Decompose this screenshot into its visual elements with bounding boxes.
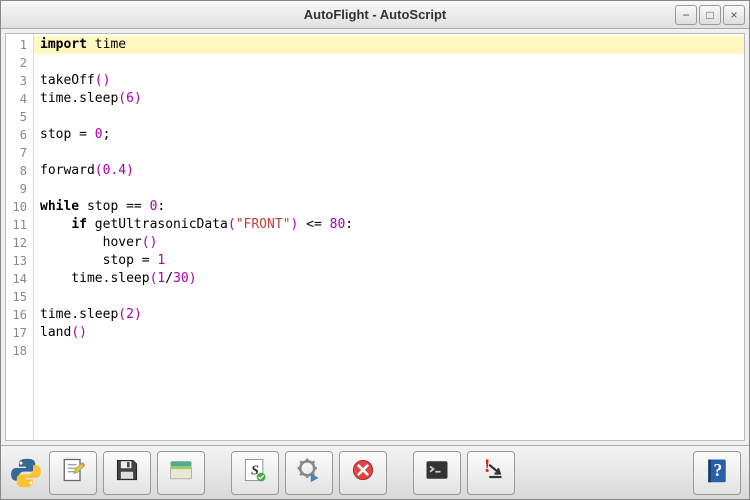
open-icon	[167, 456, 195, 489]
code-line[interactable]: takeOff()	[34, 72, 744, 90]
console-icon	[423, 456, 451, 489]
line-number: 15	[6, 288, 33, 306]
line-number: 3	[6, 72, 33, 90]
edit-script-button[interactable]	[49, 451, 97, 495]
code-line[interactable]: stop = 0;	[34, 126, 744, 144]
line-number-gutter: 123456789101112131415161718	[6, 34, 34, 440]
code-line[interactable]	[34, 180, 744, 198]
line-number: 17	[6, 324, 33, 342]
land-button[interactable]: !	[467, 451, 515, 495]
line-number: 1	[6, 36, 33, 54]
help-button[interactable]: ?	[693, 451, 741, 495]
script-s-icon: S	[241, 456, 269, 489]
open-button[interactable]	[157, 451, 205, 495]
minimize-button[interactable]: −	[675, 5, 697, 25]
code-line[interactable]: time.sleep(2)	[34, 306, 744, 324]
titlebar-buttons: − □ ×	[675, 5, 745, 25]
line-number: 7	[6, 144, 33, 162]
code-line[interactable]	[34, 54, 744, 72]
toolbar: S!?	[1, 445, 749, 499]
line-number: 16	[6, 306, 33, 324]
syntax-check-button[interactable]: S	[231, 451, 279, 495]
code-line[interactable]: import time	[34, 36, 744, 54]
code-line[interactable]: time.sleep(1/30)	[34, 270, 744, 288]
run-button[interactable]	[285, 451, 333, 495]
code-line[interactable]	[34, 108, 744, 126]
line-number: 18	[6, 342, 33, 360]
titlebar[interactable]: AutoFlight - AutoScript − □ ×	[1, 1, 749, 29]
code-line[interactable]	[34, 342, 744, 360]
pencil-icon	[59, 456, 87, 489]
line-number: 11	[6, 216, 33, 234]
console-button[interactable]	[413, 451, 461, 495]
line-number: 6	[6, 126, 33, 144]
window: AutoFlight - AutoScript − □ × 1234567891…	[0, 0, 750, 500]
code-line[interactable]: stop = 1	[34, 252, 744, 270]
code-line[interactable]	[34, 144, 744, 162]
code-editor[interactable]: 123456789101112131415161718 import timet…	[5, 33, 745, 441]
code-line[interactable]: if getUltrasonicData("FRONT") <= 80:	[34, 216, 744, 234]
line-number: 12	[6, 234, 33, 252]
code-line[interactable]: forward(0.4)	[34, 162, 744, 180]
save-button[interactable]	[103, 451, 151, 495]
code-line[interactable]: while stop == 0:	[34, 198, 744, 216]
python-icon	[9, 456, 43, 490]
line-number: 2	[6, 54, 33, 72]
line-number: 8	[6, 162, 33, 180]
svg-text:!: !	[484, 456, 490, 477]
line-number: 9	[6, 180, 33, 198]
help-icon: ?	[703, 456, 731, 489]
code-line[interactable]: hover()	[34, 234, 744, 252]
svg-text:?: ?	[714, 460, 723, 480]
land-icon: !	[477, 456, 505, 489]
code-line[interactable]: time.sleep(6)	[34, 90, 744, 108]
close-button[interactable]: ×	[723, 5, 745, 25]
code-area[interactable]: import time takeOff()time.sleep(6) stop = …	[34, 34, 744, 440]
line-number: 14	[6, 270, 33, 288]
window-title: AutoFlight - AutoScript	[1, 7, 749, 22]
line-number: 13	[6, 252, 33, 270]
code-line[interactable]	[34, 288, 744, 306]
run-gear-icon	[295, 456, 323, 489]
maximize-button[interactable]: □	[699, 5, 721, 25]
code-line[interactable]: land()	[34, 324, 744, 342]
line-number: 5	[6, 108, 33, 126]
save-icon	[113, 456, 141, 489]
line-number: 4	[6, 90, 33, 108]
line-number: 10	[6, 198, 33, 216]
stop-button[interactable]	[339, 451, 387, 495]
stop-x-icon	[349, 456, 377, 489]
